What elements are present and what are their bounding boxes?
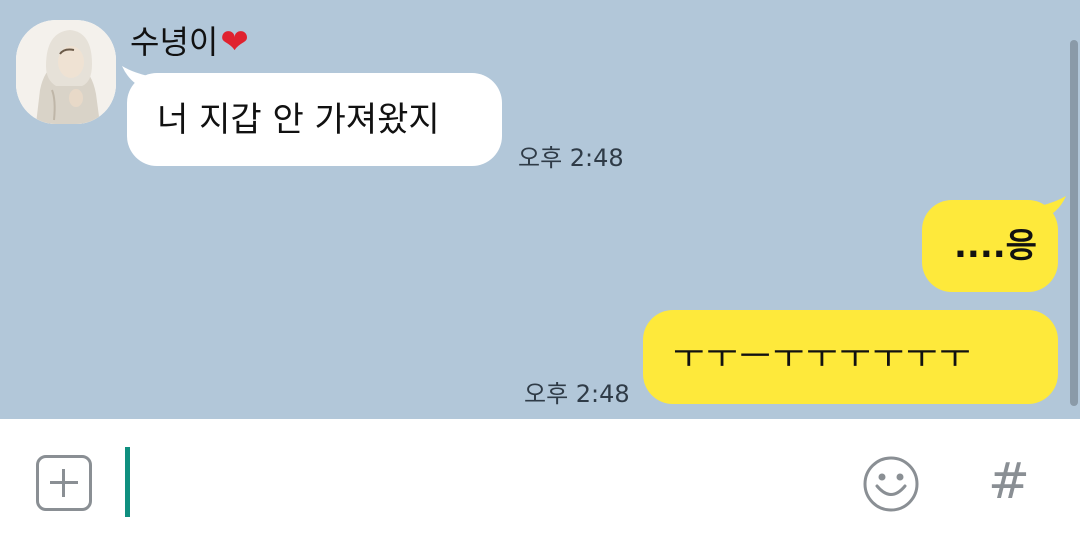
- message-input-bar: #: [0, 419, 1080, 545]
- incoming-message-bubble[interactable]: 너 지갑 안 가져왔지: [127, 73, 502, 166]
- incoming-message-time: 오후 2:48: [518, 144, 624, 172]
- chat-area[interactable]: 수녕이❤ 너 지갑 안 가져왔지 오후 2:48 ....응 ㅜㅜㅡㅜㅜㅜㅜㅜㅜ…: [0, 0, 1080, 419]
- hash-button[interactable]: #: [984, 451, 1034, 511]
- outgoing-message-time: 오후 2:48: [524, 380, 630, 408]
- incoming-message-text: 너 지갑 안 가져왔지: [157, 99, 440, 140]
- sender-name: 수녕이❤: [130, 20, 249, 64]
- scrollbar[interactable]: [1070, 40, 1078, 406]
- avatar[interactable]: [16, 20, 116, 124]
- message-input[interactable]: [125, 447, 825, 517]
- smiley-icon[interactable]: [862, 455, 920, 513]
- outgoing-message-bubble[interactable]: ....응: [922, 200, 1058, 292]
- plus-square-icon[interactable]: [36, 455, 92, 511]
- outgoing-message-text: ....응: [954, 226, 1037, 266]
- text-caret: [125, 447, 130, 517]
- outgoing-message-text: ㅜㅜㅡㅜㅜㅜㅜㅜㅜ: [673, 337, 973, 377]
- sender-name-text: 수녕이: [130, 23, 219, 61]
- heart-icon: ❤: [220, 22, 249, 62]
- avatar-image: [16, 20, 116, 124]
- outgoing-message-bubble[interactable]: ㅜㅜㅡㅜㅜㅜㅜㅜㅜ: [643, 310, 1058, 404]
